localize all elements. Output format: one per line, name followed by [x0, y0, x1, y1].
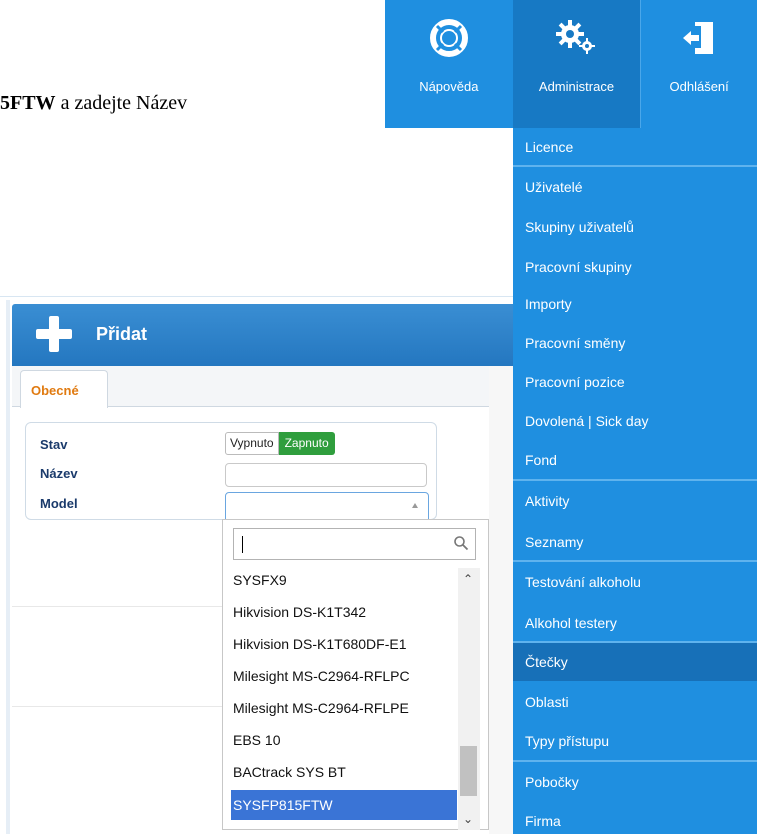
panel-right-area	[489, 366, 513, 834]
dropdown-option[interactable]: Hikvision DS-K1T680DF-E1	[231, 629, 457, 659]
logout-label: Odhlášení	[669, 79, 729, 94]
administration-menu: Licence Uživatelé Skupiny uživatelů Prac…	[513, 128, 757, 834]
dropdown-option[interactable]: Milesight MS-C2964-RFLPE	[231, 693, 457, 723]
menu-item-fund[interactable]: Fond	[513, 441, 757, 479]
divider-line	[12, 606, 222, 607]
menu-item-licence[interactable]: Licence	[513, 128, 757, 166]
model-label: Model	[40, 496, 78, 511]
menu-divider	[513, 760, 757, 762]
menu-divider	[513, 165, 757, 167]
background-divider	[0, 296, 513, 297]
tab-general[interactable]: Obecné	[20, 370, 108, 408]
name-input[interactable]	[225, 463, 427, 487]
status-label: Stav	[40, 437, 68, 452]
menu-item-access-types[interactable]: Typy přístupu	[513, 722, 757, 760]
dropdown-search-input[interactable]	[233, 528, 476, 560]
menu-item-alcohol-testing[interactable]: Testování alkoholu	[513, 563, 757, 601]
instruction-rest: a zadejte Název	[55, 92, 188, 114]
chevron-down-icon[interactable]: ⌄	[463, 812, 473, 826]
menu-divider	[513, 560, 757, 562]
dropdown-option[interactable]: Hikvision DS-K1T342	[231, 597, 457, 627]
menu-divider	[513, 479, 757, 481]
dropdown-option[interactable]: SYSFX9	[231, 565, 457, 595]
dropdown-scrollbar[interactable]: ⌃ ⌄	[458, 568, 480, 830]
administration-label: Administrace	[538, 79, 615, 94]
chevron-up-icon[interactable]: ⌃	[463, 572, 473, 586]
help-label: Nápověda	[419, 79, 479, 94]
menu-item-company[interactable]: Firma	[513, 802, 757, 840]
menu-item-readers[interactable]: Čtečky	[513, 643, 757, 681]
text-cursor	[242, 536, 243, 553]
administration-button[interactable]: Administrace	[512, 0, 641, 128]
model-select[interactable]	[225, 492, 429, 520]
menu-item-areas[interactable]: Oblasti	[513, 683, 757, 721]
status-toggle[interactable]: Vypnuto Zapnuto	[225, 432, 335, 455]
panel-title: Přidat	[96, 324, 148, 344]
dropdown-option-selected[interactable]: SYSFP815FTW	[231, 790, 457, 820]
menu-item-imports[interactable]: Importy	[513, 285, 757, 323]
add-panel-header: Přidat	[12, 304, 513, 366]
menu-item-user-groups[interactable]: Skupiny uživatelů	[513, 208, 757, 246]
model-dropdown: SYSFX9 Hikvision DS-K1T342 Hikvision DS-…	[222, 519, 489, 830]
menu-item-alcohol-testers[interactable]: Alkohol testery	[513, 604, 757, 642]
panel-edge	[6, 300, 10, 834]
top-nav: Nápověda Administrace Odhlášení	[385, 0, 757, 128]
lifebuoy-icon	[429, 19, 468, 57]
dropdown-option[interactable]: BACtrack SYS BT	[231, 757, 457, 787]
scrollbar-thumb[interactable]	[460, 746, 477, 796]
logout-button[interactable]: Odhlášení	[640, 0, 757, 128]
search-icon	[454, 536, 469, 551]
name-label: Název	[40, 466, 78, 481]
menu-item-work-shifts[interactable]: Pracovní směny	[513, 324, 757, 362]
menu-item-work-positions[interactable]: Pracovní pozice	[513, 363, 757, 401]
menu-item-activities[interactable]: Aktivity	[513, 482, 757, 520]
instruction-text: 5FTW a zadejte Název	[0, 92, 187, 115]
tab-general-label: Obecné	[31, 383, 79, 398]
plus-icon	[34, 314, 74, 354]
chevron-up-icon	[412, 503, 418, 508]
toggle-on-option[interactable]: Zapnuto	[278, 432, 335, 455]
dropdown-option[interactable]: Milesight MS-C2964-RFLPC	[231, 661, 457, 691]
menu-item-users[interactable]: Uživatelé	[513, 168, 757, 206]
toggle-off-option[interactable]: Vypnuto	[225, 432, 279, 455]
menu-item-work-groups[interactable]: Pracovní skupiny	[513, 248, 757, 286]
dropdown-option[interactable]: EBS 10	[231, 725, 457, 755]
instruction-bold: 5FTW	[0, 92, 56, 114]
divider-line	[12, 706, 222, 707]
menu-item-vacation-sick-day[interactable]: Dovolená | Sick day	[513, 402, 757, 440]
logout-door-icon	[683, 22, 714, 54]
help-button[interactable]: Nápověda	[385, 0, 513, 128]
menu-item-branches[interactable]: Pobočky	[513, 763, 757, 801]
gears-icon	[556, 20, 596, 54]
menu-item-lists[interactable]: Seznamy	[513, 523, 757, 561]
